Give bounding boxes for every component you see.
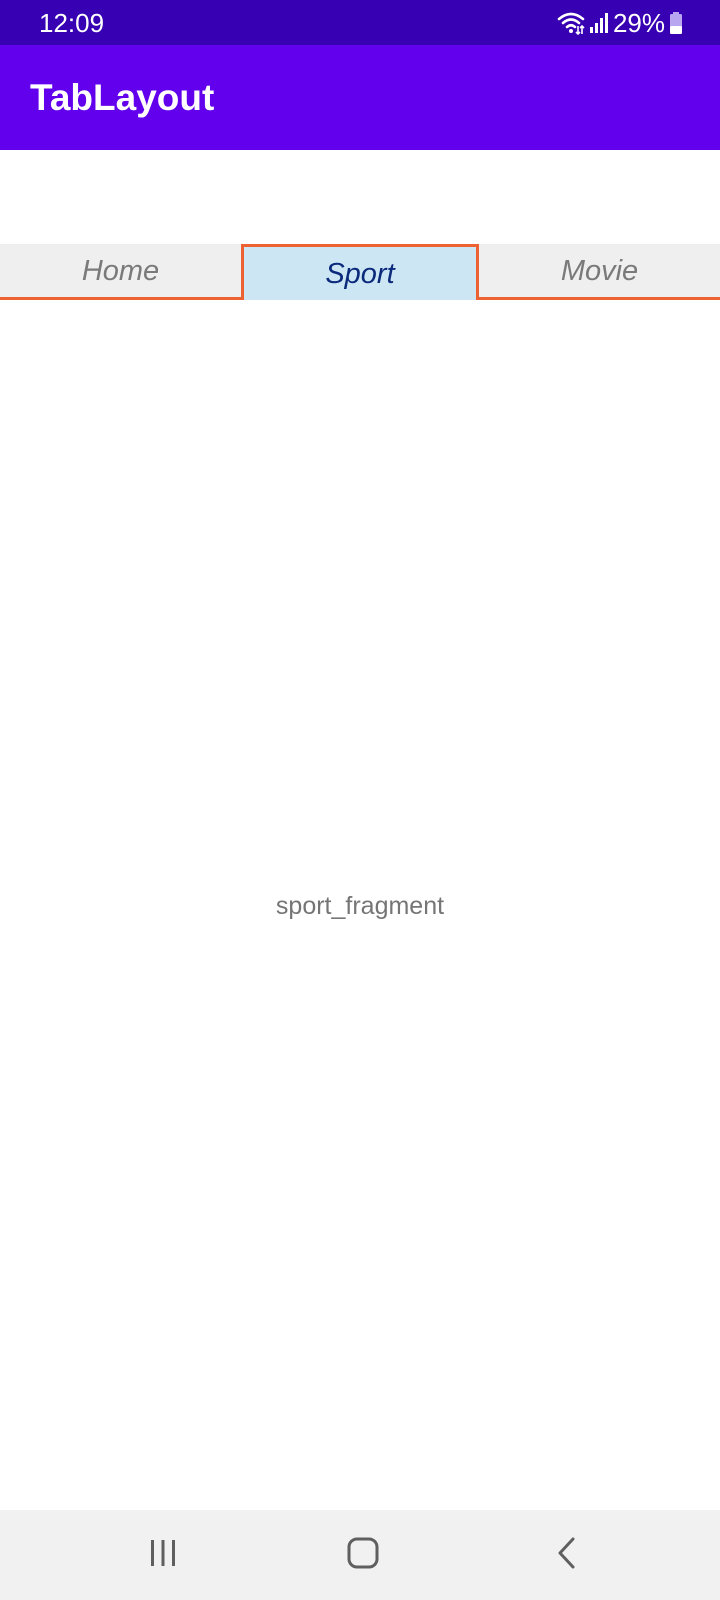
recent-apps-icon bbox=[147, 1538, 179, 1573]
tab-sport-label: Sport bbox=[325, 257, 395, 290]
tab-movie-label: Movie bbox=[560, 254, 639, 287]
app-bar: TabLayout bbox=[0, 45, 720, 150]
back-button[interactable] bbox=[541, 1530, 591, 1580]
status-icons: 29% bbox=[557, 6, 683, 40]
battery-icon bbox=[669, 11, 683, 35]
tab-movie[interactable]: Movie bbox=[479, 244, 720, 300]
home-button[interactable] bbox=[338, 1530, 388, 1580]
status-time: 12:09 bbox=[39, 8, 105, 38]
navigation-bar bbox=[0, 1510, 720, 1600]
battery-percent: 29% bbox=[612, 8, 665, 38]
home-icon bbox=[346, 1536, 380, 1575]
tab-bar: Home Sport Movie bbox=[0, 244, 720, 300]
app-title: TabLayout bbox=[30, 77, 215, 118]
signal-icon bbox=[589, 12, 609, 34]
status-bar: 12:09 29% bbox=[0, 0, 720, 45]
wifi-icon bbox=[557, 11, 585, 35]
tab-sport[interactable]: Sport bbox=[241, 244, 479, 300]
back-icon bbox=[554, 1536, 578, 1575]
recent-apps-button[interactable] bbox=[138, 1530, 188, 1580]
fragment-content-text: sport_fragment bbox=[275, 892, 445, 920]
tab-home-label: Home bbox=[81, 254, 160, 287]
tab-home[interactable]: Home bbox=[0, 244, 241, 300]
